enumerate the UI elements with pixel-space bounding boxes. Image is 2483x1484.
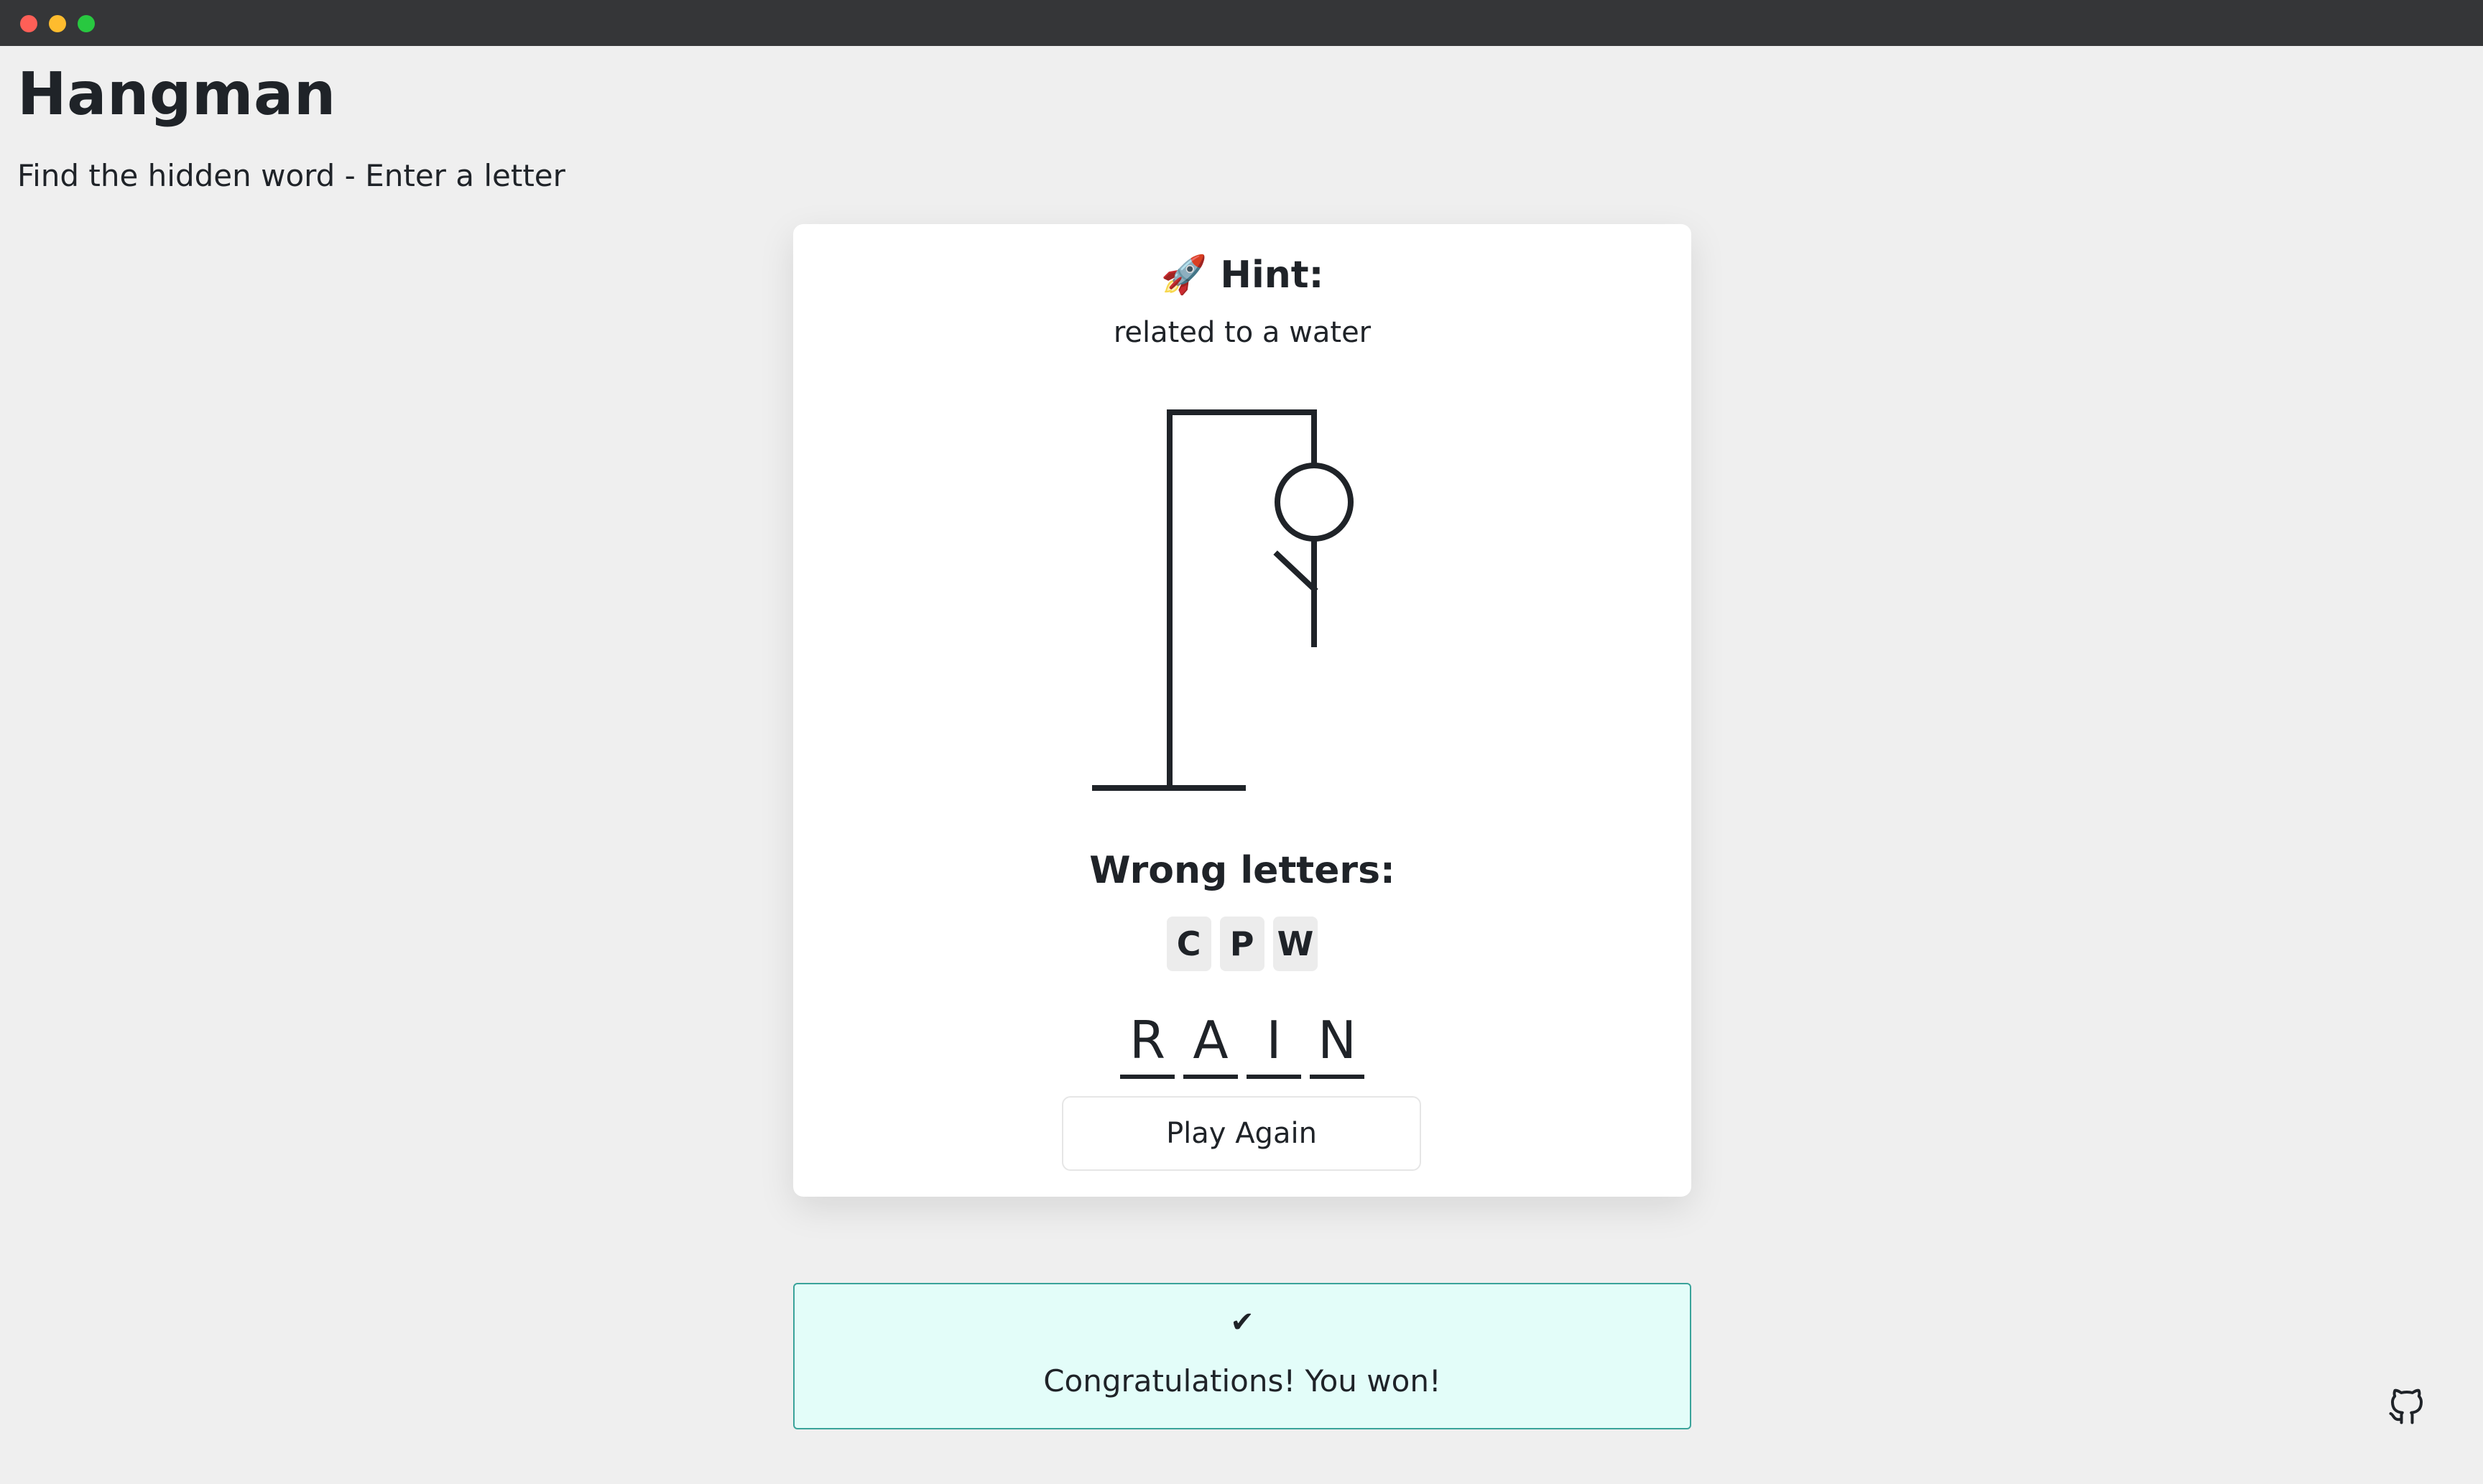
page-subtitle: Find the hidden word - Enter a letter [17,158,565,193]
word-letter: N [1310,998,1364,1079]
minimize-window-button[interactable] [49,15,66,32]
github-icon[interactable] [2385,1385,2428,1428]
wrong-letters-list: C P W [793,917,1691,971]
win-notification: ✔ Congratulations! You won! [793,1283,1691,1429]
wrong-letter: P [1219,917,1264,971]
checkmark-icon: ✔ [1230,1306,1254,1339]
window-titlebar [0,0,2483,46]
wrong-letters-heading: Wrong letters: [1089,849,1395,892]
wrong-letter: W [1272,917,1318,971]
word-letter: R [1120,998,1175,1079]
win-message: Congratulations! You won! [1043,1363,1441,1399]
zoom-window-button[interactable] [78,15,95,32]
hangman-left-arm [1273,550,1318,593]
word-letter: I [1247,998,1301,1079]
game-card: 🚀 Hint: related to a water Wrong letters… [793,224,1691,1197]
wrong-letter: C [1166,917,1211,971]
page-title: Hangman [17,60,336,129]
word-letter: A [1183,998,1238,1079]
close-window-button[interactable] [20,15,37,32]
play-again-button[interactable]: Play Again [1062,1096,1421,1171]
hangman-head [1275,463,1354,542]
hidden-word: R A I N [793,998,1691,1079]
